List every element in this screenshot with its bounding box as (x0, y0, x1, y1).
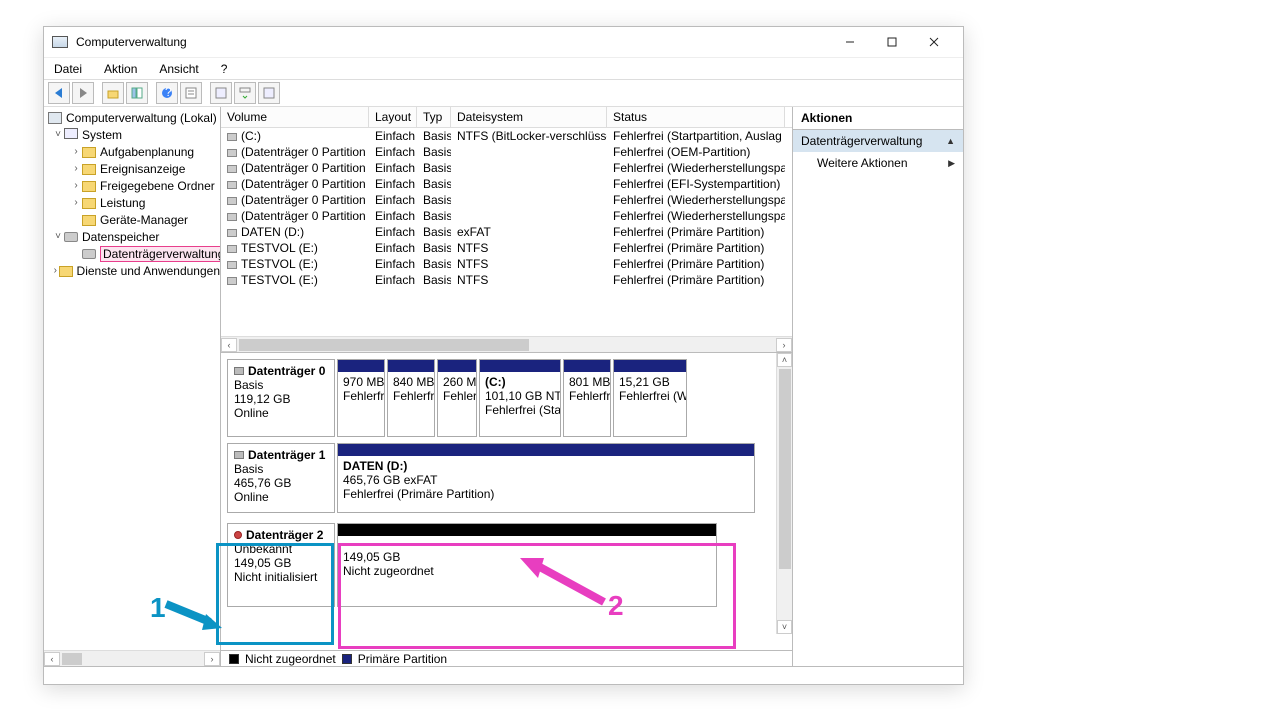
tree-shared-folders[interactable]: ›Freigegebene Ordner (44, 177, 220, 194)
legend-swatch-primary (342, 654, 352, 664)
collapse-icon: ▲ (946, 136, 955, 146)
view-top-button[interactable] (234, 82, 256, 104)
disk-vscrollbar[interactable]: ˄˅ (776, 353, 792, 634)
disk-info-0[interactable]: Datenträger 0 Basis 119,12 GB Online (227, 359, 335, 437)
partition-d0-1[interactable]: 840 MBFehlerfr (387, 359, 435, 437)
col-layout[interactable]: Layout (369, 107, 417, 127)
menu-file[interactable]: Datei (50, 60, 86, 78)
volume-table[interactable]: Volume Layout Typ Dateisystem Status (C:… (221, 107, 792, 352)
volume-row[interactable]: (Datenträger 0 Partition 1)EinfachBasisF… (221, 144, 792, 160)
toolbar: ? (44, 79, 963, 107)
view-bottom-button[interactable] (258, 82, 280, 104)
tree-hscrollbar[interactable]: ‹› (44, 650, 220, 666)
chevron-right-icon: ▶ (948, 158, 955, 169)
actions-section[interactable]: Datenträgerverwaltung▲ (793, 130, 963, 152)
actions-more[interactable]: Weitere Aktionen▶ (793, 152, 963, 174)
tree-root[interactable]: Computerverwaltung (Lokal) (44, 109, 220, 126)
legend-swatch-unallocated (229, 654, 239, 664)
annotation-number-2: 2 (608, 590, 624, 622)
app-icon (52, 34, 68, 50)
col-fs[interactable]: Dateisystem (451, 107, 607, 127)
volume-row[interactable]: (Datenträger 0 Partition 6)EinfachBasisF… (221, 192, 792, 208)
annotation-arrow-1 (162, 594, 226, 634)
separator (96, 82, 100, 104)
disk-management-pane: Volume Layout Typ Dateisystem Status (C:… (221, 107, 793, 666)
menu-view[interactable]: Ansicht (155, 60, 202, 78)
statusbar (44, 666, 963, 684)
disk-info-2[interactable]: Datenträger 2 Unbekannt 149,05 GB Nicht … (227, 523, 335, 607)
titlebar[interactable]: Computerverwaltung (44, 27, 963, 57)
menubar: Datei Aktion Ansicht ? (44, 57, 963, 79)
menu-action[interactable]: Aktion (100, 60, 141, 78)
volume-row[interactable]: (C:)EinfachBasisNTFS (BitLocker-verschlü… (221, 128, 792, 144)
disk-row-2[interactable]: Datenträger 2 Unbekannt 149,05 GB Nicht … (227, 523, 770, 607)
partition-d0-4[interactable]: 801 MBFehlerfr (563, 359, 611, 437)
maximize-button[interactable] (871, 28, 913, 56)
show-hide-tree-button[interactable] (126, 82, 148, 104)
volume-hscrollbar[interactable]: ‹› (221, 336, 792, 352)
svg-text:?: ? (165, 86, 172, 99)
tree-services[interactable]: ›Dienste und Anwendungen (44, 262, 220, 279)
col-status[interactable]: Status (607, 107, 785, 127)
tree-system[interactable]: ˅System (44, 126, 220, 143)
legend-label-unallocated: Nicht zugeordnet (245, 652, 336, 666)
disk-icon (234, 367, 244, 375)
menu-help[interactable]: ? (217, 60, 232, 78)
legend-label-primary: Primäre Partition (358, 652, 447, 666)
tree-storage[interactable]: ˅Datenspeicher (44, 228, 220, 245)
col-volume[interactable]: Volume (221, 107, 369, 127)
actions-pane: Aktionen Datenträgerverwaltung▲ Weitere … (793, 107, 963, 666)
volume-header[interactable]: Volume Layout Typ Dateisystem Status (221, 107, 792, 128)
properties-button[interactable] (180, 82, 202, 104)
col-type[interactable]: Typ (417, 107, 451, 127)
partition-d1-daten[interactable]: DATEN (D:) 465,76 GB exFAT Fehlerfrei (P… (337, 443, 755, 513)
volume-row[interactable]: TESTVOL (E:)EinfachBasisNTFSFehlerfrei (… (221, 256, 792, 272)
nav-tree[interactable]: Computerverwaltung (Lokal) ˅System ›Aufg… (44, 107, 221, 666)
volume-row[interactable]: (Datenträger 0 Partition 2)EinfachBasisF… (221, 160, 792, 176)
tree-event-viewer[interactable]: ›Ereignisanzeige (44, 160, 220, 177)
disk-icon (234, 531, 242, 539)
tree-performance[interactable]: ›Leistung (44, 194, 220, 211)
disk-info-1[interactable]: Datenträger 1 Basis 465,76 GB Online (227, 443, 335, 513)
separator (204, 82, 208, 104)
partition-d0-0[interactable]: 970 MBFehlerfr (337, 359, 385, 437)
forward-button[interactable] (72, 82, 94, 104)
back-button[interactable] (48, 82, 70, 104)
disk-graphical-view[interactable]: Datenträger 0 Basis 119,12 GB Online 970… (221, 352, 792, 650)
partition-d0-5[interactable]: 15,21 GBFehlerfrei (Wi (613, 359, 687, 437)
volume-row[interactable]: (Datenträger 0 Partition 3)EinfachBasisF… (221, 176, 792, 192)
volume-row[interactable]: (Datenträger 0 Partition 7)EinfachBasisF… (221, 208, 792, 224)
window-title: Computerverwaltung (76, 35, 829, 49)
disk-icon (234, 451, 244, 459)
actions-header: Aktionen (793, 107, 963, 130)
separator (150, 82, 154, 104)
minimize-button[interactable] (829, 28, 871, 56)
volume-row[interactable]: DATEN (D:)EinfachBasisexFATFehlerfrei (P… (221, 224, 792, 240)
annotation-arrow-2 (508, 552, 608, 608)
refresh-button[interactable] (210, 82, 232, 104)
up-button[interactable] (102, 82, 124, 104)
legend: Nicht zugeordnet Primäre Partition (221, 650, 792, 666)
partition-d0-3[interactable]: (C:)101,10 GB NTFSFehlerfrei (Startp (479, 359, 561, 437)
tree-device-manager[interactable]: Geräte-Manager (44, 211, 220, 228)
disk-row-1[interactable]: Datenträger 1 Basis 465,76 GB Online DAT… (227, 443, 770, 513)
partition-d0-2[interactable]: 260 MFehler (437, 359, 477, 437)
volume-row[interactable]: TESTVOL (E:)EinfachBasisNTFSFehlerfrei (… (221, 240, 792, 256)
mmc-window: Computerverwaltung Datei Aktion Ansicht … (43, 26, 964, 685)
tree-disk-management[interactable]: Datenträgerverwaltung (44, 245, 220, 262)
help-button[interactable]: ? (156, 82, 178, 104)
close-button[interactable] (913, 28, 955, 56)
disk-row-0[interactable]: Datenträger 0 Basis 119,12 GB Online 970… (227, 359, 770, 437)
tree-task-scheduler[interactable]: ›Aufgabenplanung (44, 143, 220, 160)
volume-row[interactable]: TESTVOL (E:)EinfachBasisNTFSFehlerfrei (… (221, 272, 792, 288)
